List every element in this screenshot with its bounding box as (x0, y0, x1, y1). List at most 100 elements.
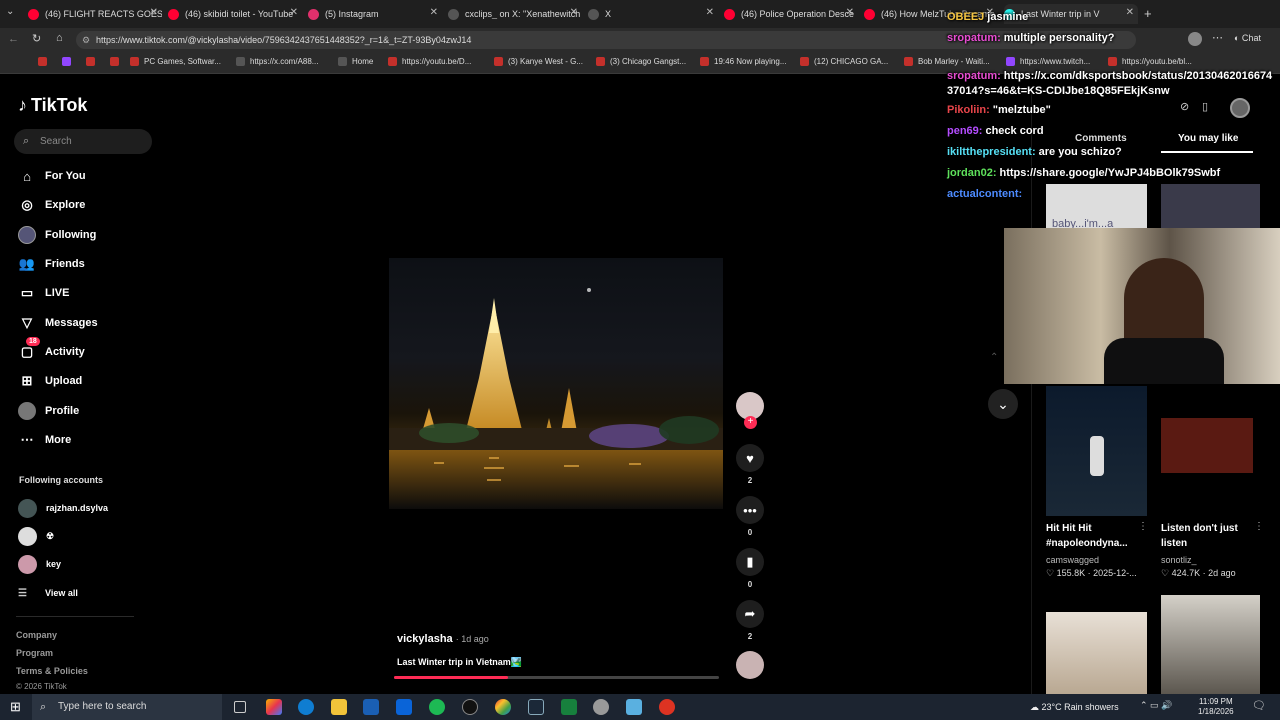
store-icon[interactable] (363, 699, 379, 715)
app-icon[interactable] (462, 699, 478, 715)
card-author[interactable]: sonotliz_ (1161, 555, 1197, 565)
footer-link-program[interactable]: Program (16, 648, 53, 658)
nav-explore[interactable]: ◎ Explore (18, 194, 158, 216)
save-button[interactable]: ▮ 0 (736, 548, 764, 589)
site-info-icon[interactable]: ⚙ (82, 31, 90, 49)
bookmark[interactable]: Home (338, 57, 373, 66)
nav-more[interactable]: ⋯ More (18, 429, 158, 451)
browser-tab[interactable]: cxclips_ on X: "Xenathewitch ✕ (448, 4, 582, 24)
video-thumbnail[interactable] (1046, 386, 1147, 516)
new-tab-icon[interactable]: + (1144, 6, 1152, 21)
video-author[interactable]: vickylasha · 1d ago (397, 633, 489, 645)
nav-following[interactable]: Following (18, 224, 158, 246)
like-button[interactable]: ♥ 2 (736, 444, 764, 485)
comment-button[interactable]: ••• 0 (736, 496, 764, 537)
reload-icon[interactable]: ↻ (32, 32, 41, 45)
settings-icon[interactable] (593, 699, 609, 715)
more-vertical-icon[interactable]: ⋮ (1254, 521, 1264, 532)
tab-you-may-like[interactable]: You may like (1178, 133, 1238, 144)
nav-activity[interactable]: ▢ 18 Activity (18, 337, 158, 363)
browser-tab[interactable]: (5) Instagram ✕ (308, 4, 442, 24)
creator-avatar-button[interactable]: + (736, 392, 764, 429)
video-thumbnail[interactable] (1046, 612, 1147, 694)
system-tray-icons[interactable]: ⌃ ▭ 🔊 (1140, 700, 1172, 711)
spotify-icon[interactable] (429, 699, 445, 715)
nav-profile[interactable]: Profile (18, 400, 158, 422)
profile-avatar[interactable] (1230, 98, 1250, 118)
video-thumbnail[interactable] (1161, 184, 1260, 230)
taskbar-search-input[interactable]: ⌕ Type here to search (32, 694, 222, 720)
app-icon[interactable] (659, 699, 675, 715)
bookmark[interactable]: https://www.twitch... (1006, 57, 1090, 66)
close-tab-icon[interactable]: ✕ (846, 7, 854, 18)
bookmark[interactable]: https://x.com/A88... (236, 57, 318, 66)
taskbar-clock[interactable]: 11:09 PM 1/18/2026 (1198, 697, 1234, 717)
nav-messages[interactable]: ▽ Messages (18, 312, 158, 334)
bookmark[interactable]: Bob Marley - Waiti... (904, 57, 990, 66)
nav-upload[interactable]: ⊞ Upload (18, 370, 158, 392)
video-player[interactable] (389, 258, 723, 509)
tab-search-icon[interactable]: ⌄ (6, 6, 14, 17)
bookmark[interactable]: https://youtu.be/D... (388, 57, 471, 66)
windows-start-icon[interactable]: ⊞ (10, 699, 21, 715)
following-account[interactable]: ☢ (18, 526, 54, 546)
bookmark[interactable]: https://youtu.be/bl... (1108, 57, 1192, 66)
nav-for-you[interactable]: ⌂ For You (18, 165, 158, 187)
browser-tab[interactable]: (46) Police Operation Desce ✕ (724, 4, 858, 24)
profile-avatar[interactable] (1188, 32, 1202, 46)
nav-friends[interactable]: 👥 Friends (18, 253, 158, 275)
browser-tab[interactable]: (46) FLIGHT REACTS GOES O ✕ (28, 4, 162, 24)
steam-icon[interactable] (528, 699, 544, 715)
tab-comments[interactable]: Comments (1075, 133, 1127, 144)
bookmark[interactable]: (3) Kanye West - G... (494, 57, 583, 66)
browser-tab[interactable]: X ✕ (588, 4, 718, 24)
copilot-icon[interactable] (266, 699, 282, 715)
video-thumbnail[interactable] (1161, 418, 1253, 473)
card-title[interactable]: Hit Hit Hit #napoleondyna... (1046, 521, 1138, 551)
search-input[interactable]: ⌕ Search (14, 129, 152, 154)
xbox-icon[interactable] (561, 699, 577, 715)
mail-icon[interactable] (396, 699, 412, 715)
task-view-icon[interactable] (234, 701, 246, 713)
chrome-icon[interactable] (495, 699, 511, 715)
chat-button[interactable]: ◐ Chat (1234, 33, 1261, 43)
tiktok-logo[interactable]: ♪ TikTok (18, 95, 87, 116)
follow-plus-icon[interactable]: + (744, 416, 757, 429)
footer-link-terms[interactable]: Terms & Policies (16, 666, 88, 676)
bookmark[interactable] (38, 57, 52, 66)
device-icon[interactable]: ▯ (1202, 100, 1208, 113)
next-video-button[interactable]: ⌄ (988, 389, 1018, 419)
bookmark[interactable]: (3) Chicago Gangst... (596, 57, 686, 66)
following-account[interactable]: rajzhan.dsylva (18, 498, 108, 518)
chevron-up-icon[interactable]: ⌃ (990, 352, 998, 363)
footer-link-company[interactable]: Company (16, 630, 57, 640)
view-all-link[interactable]: ☰ View all (18, 583, 78, 603)
more-vertical-icon[interactable]: ⋮ (1138, 521, 1148, 532)
settings-icon[interactable]: ⊘ (1180, 100, 1189, 113)
nav-live[interactable]: ▭ LIVE (18, 282, 158, 304)
close-tab-icon[interactable]: ✕ (570, 7, 578, 18)
back-icon[interactable]: ← (8, 33, 19, 45)
bookmark[interactable]: (12) CHICAGO GA... (800, 57, 888, 66)
video-thumbnail[interactable] (1161, 595, 1260, 694)
home-button-icon[interactable]: ⌂ (56, 32, 63, 44)
close-tab-icon[interactable]: ✕ (290, 7, 298, 18)
following-account[interactable]: key (18, 554, 61, 574)
sound-avatar-button[interactable] (736, 651, 764, 679)
browser-tab[interactable]: (46) skibidi toilet - YouTube ✕ (168, 4, 302, 24)
edge-icon[interactable] (298, 699, 314, 715)
bookmark[interactable]: 19:46 Now playing... (700, 57, 787, 66)
app-icon[interactable] (626, 699, 642, 715)
bookmark[interactable]: PC Games, Softwar... (130, 57, 221, 66)
share-button[interactable]: ➦ 2 (736, 600, 764, 641)
card-author[interactable]: camswagged (1046, 555, 1099, 565)
video-thumbnail[interactable]: baby...i'm...a (1046, 184, 1147, 230)
notifications-icon[interactable]: 🗨 (1252, 699, 1266, 712)
bookmark[interactable] (86, 57, 100, 66)
close-tab-icon[interactable]: ✕ (430, 7, 438, 18)
menu-icon[interactable]: ⋯ (1212, 31, 1223, 44)
close-tab-icon[interactable]: ✕ (150, 7, 158, 18)
bookmark[interactable] (62, 57, 76, 66)
card-title[interactable]: Listen don't just listen (1161, 521, 1253, 551)
bookmark[interactable] (110, 57, 124, 66)
